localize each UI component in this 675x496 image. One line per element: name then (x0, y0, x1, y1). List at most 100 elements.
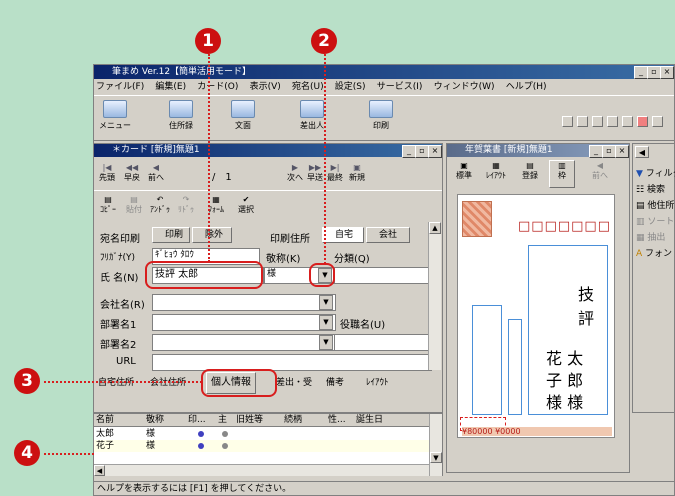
row-honorific: 様 (146, 441, 156, 451)
first-button[interactable]: |◀ 先頭 (96, 163, 118, 183)
preview-window: 年賀葉書 [新規]無題1 _ ▫ × ▣ 標準 ▦ ﾚｲｱｳﾄ ▤ 登録 ▥ 枠 ◀ 前へ… (446, 143, 630, 473)
tab-layout[interactable]: ﾚｲｱｳﾄ (362, 375, 393, 392)
exclude-toggle[interactable]: 除外 (192, 227, 232, 243)
side-item-font[interactable]: A フォント (636, 246, 675, 259)
undo-button[interactable]: ↶ ｱﾝﾄﾞｩ (148, 195, 172, 215)
scroll-left-icon[interactable]: ◀ (94, 465, 105, 476)
print-button[interactable]: 印刷 (362, 100, 400, 131)
menu-button[interactable]: メニュー (96, 100, 134, 131)
next-button[interactable]: ▶ 次へ (284, 163, 306, 183)
restore-button[interactable]: ▫ (647, 66, 661, 79)
col-birthday[interactable]: 誕生日 (356, 414, 416, 426)
menu-service[interactable]: サービス(I) (377, 82, 423, 92)
menu-address[interactable]: 宛名(U) (292, 82, 324, 92)
tool-icon-f[interactable] (637, 116, 648, 127)
tool-icon-b[interactable] (577, 116, 588, 127)
card-close-button[interactable]: × (428, 145, 442, 158)
frame-button[interactable]: ▥ 枠 (549, 160, 575, 188)
category-field[interactable] (334, 267, 434, 284)
postcard[interactable]: □□□□□□□ 技 評 花 太 子 郎 様 様 ¥80000 ¥0000 (457, 194, 615, 438)
prevpage-button[interactable]: ◀◀ 早戻 (121, 163, 143, 183)
layout-button[interactable]: ▦ ﾚｲｱｳﾄ (481, 161, 511, 181)
col-honorific[interactable]: 敬称 (146, 414, 186, 426)
menu-card[interactable]: カード(O) (197, 82, 238, 92)
close-button[interactable]: × (660, 66, 674, 79)
company-field[interactable] (152, 294, 336, 311)
tool-icon-d[interactable] (607, 116, 618, 127)
table-row[interactable]: 太郎 様 (94, 428, 429, 440)
address-book-button[interactable]: 住所録 (162, 100, 200, 131)
scroll-down-icon[interactable]: ▼ (430, 452, 442, 463)
last-button[interactable]: ▶| 最終 (324, 163, 346, 183)
card-minimize-button[interactable]: _ (402, 145, 416, 158)
url-field[interactable] (152, 354, 432, 371)
redo-button[interactable]: ↷ ﾘﾄﾞｩ (174, 195, 198, 215)
col-main[interactable]: 主 (218, 414, 234, 426)
side-item-filter[interactable]: ▼ フィルタ (636, 166, 675, 179)
table-row[interactable]: 花子 様 (94, 440, 429, 452)
job-title-field[interactable] (334, 334, 434, 351)
select-button[interactable]: ✔ 選択 (234, 195, 258, 215)
standard-button[interactable]: ▣ 標準 (451, 161, 477, 181)
form-button[interactable]: ▦ ﾌｫｰﾑ (202, 195, 230, 215)
side-nav-left-icon[interactable]: ◀ (635, 146, 649, 158)
new-card-button[interactable]: ▣ 新規 (346, 163, 368, 183)
main-dot-icon[interactable] (222, 443, 228, 449)
tool-icon-a[interactable] (562, 116, 573, 127)
scroll-up-icon[interactable]: ▲ (429, 222, 441, 234)
tab-company-address[interactable]: 会社住所 (146, 375, 190, 392)
menu-help[interactable]: ヘルプ(H) (506, 82, 547, 92)
company-toggle[interactable]: 会社 (366, 227, 410, 243)
col-gender[interactable]: 性... (328, 414, 354, 426)
minimize-button[interactable]: _ (634, 66, 648, 79)
filter-icon: ▼ (636, 169, 643, 179)
prev-button[interactable]: ◀ 前へ (145, 163, 167, 183)
col-name[interactable]: 名前 (96, 414, 144, 426)
grid-vscroll[interactable]: ▼ (429, 414, 442, 476)
side-item-extract[interactable]: ▦ 抽出 (636, 230, 665, 243)
nextpage-button[interactable]: ▶▶ 早送 (304, 163, 326, 183)
grid-hscroll[interactable]: ◀ (94, 464, 429, 476)
menu-settings[interactable]: 設定(S) (335, 82, 366, 92)
dept1-field[interactable] (152, 314, 336, 331)
preview-restore-button[interactable]: ▫ (602, 145, 616, 158)
side-item-other-address[interactable]: ▤ 他住所 (636, 198, 674, 211)
dept2-field[interactable] (152, 334, 336, 351)
form-scrollbar[interactable]: ▲ (428, 222, 441, 370)
design-icon (231, 100, 255, 118)
preview-close-button[interactable]: × (615, 145, 629, 158)
address-frame (472, 305, 502, 415)
side-item-search[interactable]: ☷ 検索 (636, 182, 665, 195)
dept1-dropdown-icon[interactable]: ▼ (319, 315, 333, 330)
callout-3-leader (44, 381, 202, 383)
tab-send-receive[interactable]: 差出・受 (272, 375, 316, 392)
tool-icon-g[interactable] (652, 116, 663, 127)
design-button[interactable]: 文面 (224, 100, 262, 131)
col-relation[interactable]: 続柄 (284, 414, 324, 426)
tool-icon-c[interactable] (592, 116, 603, 127)
tool-icon-e[interactable] (622, 116, 633, 127)
col-maiden[interactable]: 旧姓等 (236, 414, 280, 426)
dept2-dropdown-icon[interactable]: ▼ (319, 335, 333, 350)
home-toggle[interactable]: 自宅 (322, 227, 364, 243)
side-item-sort[interactable]: ▥ ソート (636, 214, 674, 227)
tab-notes[interactable]: 備考 (322, 375, 348, 392)
menu-window[interactable]: ウィンドウ(W) (434, 82, 495, 92)
menu-file[interactable]: ファイル(F) (96, 82, 144, 92)
preview-minimize-button[interactable]: _ (589, 145, 603, 158)
paste-button[interactable]: ▤ 貼付 (122, 195, 146, 215)
preview-prev-button[interactable]: ◀ 前へ (587, 161, 613, 181)
register-button[interactable]: ▤ 登録 (517, 161, 543, 181)
callout-4-leader (44, 453, 94, 455)
copy-button[interactable]: ▤ ｺﾋﾟｰ (96, 195, 120, 215)
card-restore-button[interactable]: ▫ (415, 145, 429, 158)
menu-view[interactable]: 表示(V) (250, 82, 281, 92)
print-dot-icon[interactable] (198, 431, 204, 437)
main-dot-icon[interactable] (222, 431, 228, 437)
tab-home-address[interactable]: 自宅住所 (94, 375, 138, 392)
col-print[interactable]: 印... (188, 414, 214, 426)
company-dropdown-icon[interactable]: ▼ (319, 295, 333, 310)
print-dot-icon[interactable] (198, 443, 204, 449)
menu-edit[interactable]: 編集(E) (155, 82, 186, 92)
print-toggle[interactable]: 印刷 (152, 227, 190, 243)
